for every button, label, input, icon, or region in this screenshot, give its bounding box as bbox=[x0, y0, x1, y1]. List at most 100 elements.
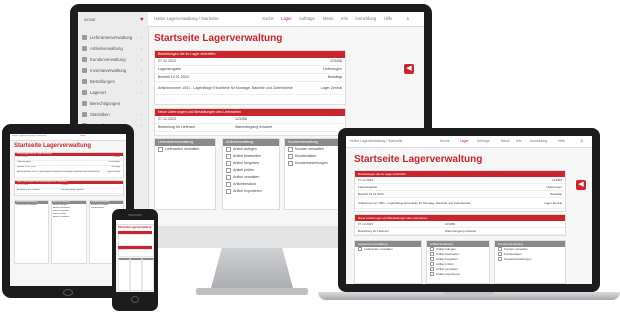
group-header: Kundenverwaltung bbox=[285, 139, 345, 146]
side-action-button[interactable]: ◀ bbox=[576, 180, 586, 190]
group-link[interactable]: Lieferanten verwalten bbox=[355, 247, 421, 252]
topnav-item-hilfe[interactable]: Hilfe bbox=[558, 139, 565, 143]
table-row[interactable]: Lagerausgabe Lieferungen bbox=[155, 66, 345, 74]
sidebar-item-berechtigungen[interactable]: Berechtigungen bbox=[82, 99, 144, 109]
sidebar-item-kunden[interactable]: Kundenverwaltung › bbox=[82, 55, 144, 65]
phone-home-button[interactable] bbox=[131, 296, 139, 303]
table-row[interactable]: 27.12.2023 123456 bbox=[155, 58, 345, 66]
sidebar-item-inventar[interactable]: Inventarverwaltung › bbox=[82, 66, 144, 76]
group-link[interactable]: Lieferanten verwalten bbox=[15, 204, 48, 207]
chevron-right-icon: › bbox=[140, 68, 142, 73]
table-row[interactable]: 27.12.2023 123456 bbox=[355, 221, 565, 228]
users-icon bbox=[82, 57, 87, 63]
topnav-item-suche[interactable]: Suche bbox=[262, 16, 274, 21]
top-bar: Hutter Lagerverwaltung / Startseite Lage… bbox=[10, 134, 126, 141]
table-row[interactable]: Bestellung für Lieferant Wareneingang erw… bbox=[155, 124, 345, 132]
location-icon bbox=[82, 90, 87, 96]
table-row[interactable]: 27.12.2023 123456 bbox=[355, 177, 565, 184]
topnav-item-info[interactable]: Info bbox=[341, 16, 348, 21]
topnav-item-lager[interactable]: Lager bbox=[460, 139, 469, 143]
chevron-right-icon: › bbox=[140, 112, 142, 117]
sidebar-item-lieferanten[interactable]: Lieferantenverwaltung › bbox=[82, 33, 144, 43]
sidebar-item-bestellungen[interactable]: Bestellungen › bbox=[82, 77, 144, 87]
app-logo[interactable]: ACME bbox=[84, 17, 106, 27]
chevron-right-icon: › bbox=[140, 123, 142, 128]
sidebar-item-statistiken[interactable]: Statistiken › bbox=[82, 110, 144, 120]
truck-icon bbox=[82, 35, 87, 41]
table-row[interactable]: Lagerausgabe Lieferungen bbox=[355, 184, 565, 191]
group-link[interactable]: Artikel bearbeiten bbox=[223, 153, 279, 160]
group-header: Artikelverwaltung bbox=[223, 139, 279, 146]
group-lieferantenverwaltung: Lieferantenverwaltung Lieferanten verwal… bbox=[354, 240, 422, 284]
topnav-item-auftraege[interactable]: Aufträge bbox=[477, 139, 490, 143]
group-link[interactable]: Kundenbestellungen bbox=[495, 257, 565, 262]
topnav-item-info[interactable]: Info bbox=[516, 139, 522, 143]
group-artikelverwaltung: Artikelverwaltung Artikel anlegen Artike… bbox=[426, 240, 490, 284]
topnav-item-menue[interactable]: Menü bbox=[323, 16, 333, 21]
group-link[interactable]: Artikel exportieren bbox=[427, 272, 489, 277]
sidebar-item-artikel[interactable]: Artikelverwaltung › bbox=[82, 44, 144, 54]
topnav-item-lager[interactable]: Lager bbox=[80, 135, 86, 138]
group-link[interactable]: Artikel prüfen bbox=[223, 167, 279, 174]
group-link[interactable]: Artikel verwalten bbox=[223, 174, 279, 181]
imac-stand bbox=[210, 248, 294, 292]
topnav-item-suche[interactable]: Suche bbox=[440, 139, 450, 143]
topnav-item-hilfe[interactable]: Hilfe bbox=[384, 16, 392, 21]
group-lieferantenverwaltung: Lieferantenverwaltung Lieferanten verwal… bbox=[154, 138, 216, 210]
user-icon[interactable]: ♙ bbox=[580, 138, 584, 143]
group-kundenverwaltung: Kundenverwaltung Kunden verwalten Kunden… bbox=[284, 138, 346, 210]
breadcrumb[interactable]: Hutter Lagerverwaltung / Startseite bbox=[154, 16, 219, 21]
chevron-right-icon: › bbox=[140, 46, 142, 51]
group-link[interactable]: Lieferanten verwalten bbox=[155, 146, 215, 153]
panel-new-deliveries: Neue Lieferungen und Bestellungen des Li… bbox=[354, 214, 566, 236]
group-link[interactable]: Artikel exportieren bbox=[223, 188, 279, 195]
table-row[interactable]: 27.12.2023 123456 bbox=[155, 116, 345, 124]
group-artikelverwaltung bbox=[130, 258, 142, 291]
side-action-button[interactable]: ◀ bbox=[404, 64, 414, 74]
group-link[interactable]: Artikel verwalten bbox=[52, 216, 86, 219]
group-link[interactable]: Artikel freigeben bbox=[223, 160, 279, 167]
chevron-right-icon: › bbox=[140, 35, 142, 40]
table-row[interactable]: Artikelnummer 1001 - Lagerfähige Einzelt… bbox=[155, 82, 345, 95]
breadcrumb[interactable]: Hutter Lagerverwaltung / Startseite bbox=[350, 139, 402, 143]
table-row[interactable]: Artikelnummer 1001 - Lagerfähige Einzelt… bbox=[355, 198, 565, 209]
topnav-item-auftraege[interactable]: Aufträge bbox=[299, 16, 315, 21]
group-link[interactable]: Kundenbestellungen bbox=[285, 160, 345, 167]
page-title: Startseite Lagerverwaltung bbox=[14, 143, 92, 149]
top-bar: Hutter Lagerverwaltung / Startseite Such… bbox=[148, 12, 424, 27]
panel-incoming-orders: Bestellungen die im Lager eintreffen 27.… bbox=[14, 152, 124, 178]
panel-new-deliveries: Neue Lieferungen und Bestellungen des Li… bbox=[154, 108, 346, 136]
imac-stand-base bbox=[196, 288, 308, 295]
sidebar-item-lagerort[interactable]: Lagerort › bbox=[82, 88, 144, 98]
user-icon[interactable]: ♙ bbox=[406, 16, 410, 21]
group-link[interactable]: Artikel anlegen bbox=[223, 146, 279, 153]
breadcrumb[interactable]: Hutter Lagerverwaltung / Startseite bbox=[12, 135, 62, 138]
group-link[interactable]: Artikelbestand bbox=[223, 181, 279, 188]
topnav-item-lager[interactable]: Lager bbox=[281, 16, 292, 21]
topnav-item-anmeldung[interactable]: Anmeldung bbox=[530, 139, 547, 143]
heart-icon: ♥ bbox=[140, 17, 144, 23]
topnav-item-anmeldung[interactable]: Anmeldung bbox=[355, 16, 376, 21]
tablet-screen: Hutter Lagerverwaltung / Startseite Lage… bbox=[10, 134, 126, 286]
tablet-home-button[interactable] bbox=[63, 289, 73, 296]
page-title: Startseite Lagerverwaltung bbox=[118, 226, 152, 229]
topnav-item-menue[interactable]: Menü bbox=[501, 139, 509, 143]
table-row[interactable]: Artikelnummer 1001 - Lagerfähige Einzelt… bbox=[15, 171, 123, 178]
table-row[interactable]: Bestellt 10.01.2024 Bestätigt bbox=[155, 74, 345, 82]
group-kundenverwaltung bbox=[142, 258, 154, 291]
laptop-notch bbox=[444, 292, 494, 295]
list-icon bbox=[82, 68, 87, 74]
group-artikelverwaltung: Artikelverwaltung Artikel anlegen Artike… bbox=[51, 200, 87, 264]
panel-new-deliveries bbox=[118, 249, 154, 257]
table-row[interactable]: Bestellung für Lieferant Wareneingang erw… bbox=[15, 189, 123, 194]
top-bar: Hutter Lagerverwaltung / Startseite Such… bbox=[346, 136, 592, 148]
chevron-right-icon: › bbox=[140, 90, 142, 95]
chevron-right-icon: › bbox=[140, 57, 142, 62]
group-kundenverwaltung: Kundenverwaltung Kunden verwalten Kunden… bbox=[494, 240, 566, 284]
table-row[interactable]: Bestellt 10.01.2024 Bestätigt bbox=[355, 191, 565, 198]
group-lieferantenverwaltung bbox=[118, 258, 130, 291]
group-link[interactable]: Kundendaten bbox=[285, 153, 345, 160]
table-row[interactable]: Bestellung für Lieferant Wareneingang erw… bbox=[355, 228, 565, 235]
group-link[interactable]: Kunden verwalten bbox=[285, 146, 345, 153]
chart-icon bbox=[82, 112, 87, 118]
